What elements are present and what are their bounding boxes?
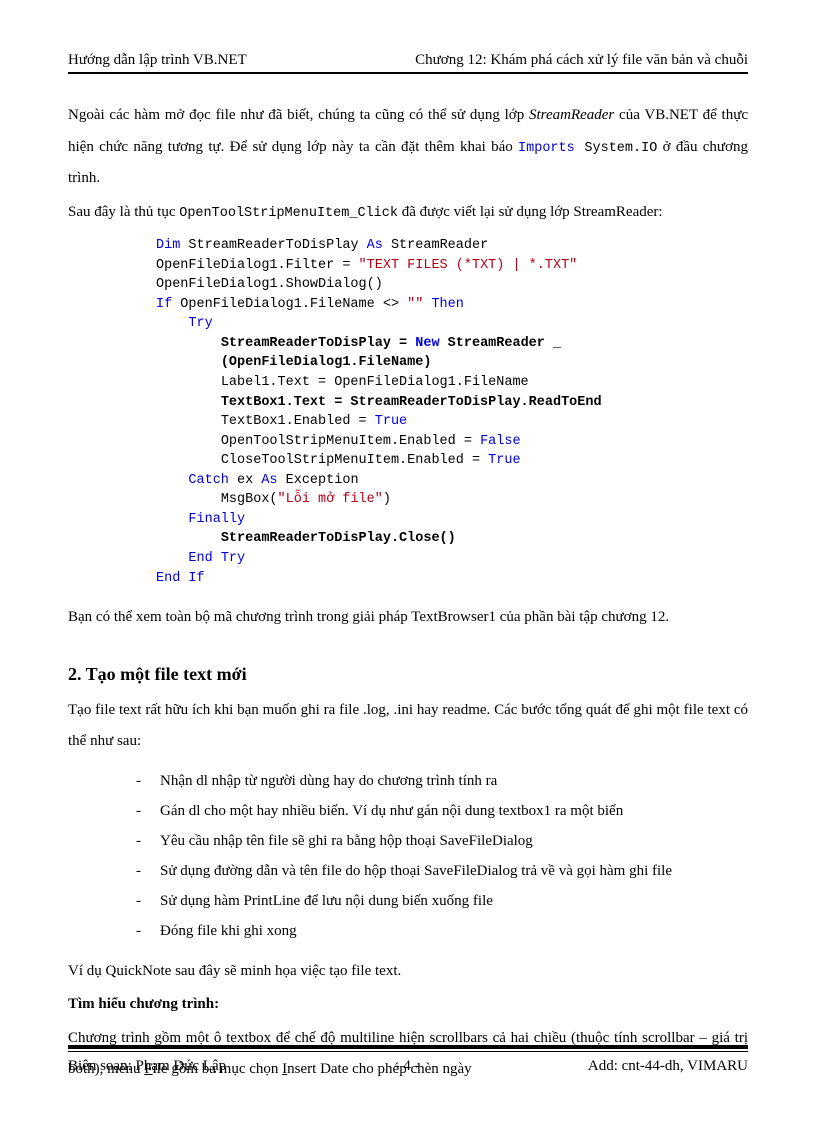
code-system-io: System.IO (575, 141, 658, 156)
code: StreamReaderToDisPlay.Close() (221, 531, 456, 546)
paragraph-create-file: Tạo file text rất hữu ích khi bạn muốn g… (68, 695, 748, 758)
list-item: Đóng file khi ghi xong (136, 916, 748, 946)
list-item: Nhận dl nhập từ người dùng hay do chương… (136, 766, 748, 796)
paragraph-intro: Ngoài các hàm mở đọc file như đã biết, c… (68, 100, 748, 195)
footer-rule-thin (68, 1051, 748, 1052)
kw: Dim (156, 238, 180, 253)
text-streamreader: StreamReader (529, 107, 614, 123)
list-item: Yêu cầu nhập tên file sẽ ghi ra bằng hộp… (136, 826, 748, 856)
code: TextBox1.Text = StreamReaderToDisPlay.Re… (221, 395, 602, 410)
kw: True (488, 453, 520, 468)
list-item: Sử dụng đường dẫn và tên file do hộp tho… (136, 856, 748, 886)
footer-right: Add: cnt-44-dh, VIMARU (588, 1058, 748, 1075)
code-method-name: OpenToolStripMenuItem_Click (179, 206, 398, 221)
paragraph-subheading: Tìm hiểu chương trình: (68, 989, 748, 1021)
paragraph-proc: Sau đây là thủ tục OpenToolStripMenuItem… (68, 197, 748, 229)
list-item: Sử dụng hàm PrintLine để lưu nội dung bi… (136, 886, 748, 916)
page-header: Hướng dẫn lập trình VB.NET Chương 12: Kh… (68, 52, 748, 69)
code: ex (229, 473, 261, 488)
code: (OpenFileDialog1.FileName) (221, 355, 432, 370)
header-left: Hướng dẫn lập trình VB.NET (68, 52, 247, 69)
page-footer: Biên soạn: Phạm Đức Lập - 4 - Add: cnt-4… (68, 1045, 748, 1075)
paragraph-ref: Bạn có thể xem toàn bộ mã chương trình t… (68, 602, 748, 634)
code: Label1.Text = OpenFileDialog1.FileName (221, 375, 529, 390)
kw: As (367, 238, 383, 253)
kw: If (156, 297, 172, 312)
kw: Catch (188, 473, 229, 488)
text: Ngoài các hàm mở đọc file như đã biết, c… (68, 107, 529, 123)
footer-center: - 4 - (394, 1058, 419, 1075)
str: "TEXT FILES (*TXT) | *.TXT" (359, 258, 578, 273)
paragraph-example: Ví dụ QuickNote sau đây sẽ minh họa việc… (68, 956, 748, 988)
code: OpenFileDialog1.Filter = (156, 258, 359, 273)
code: Exception (278, 473, 359, 488)
section-heading: 2. Tạo một file text mới (68, 664, 748, 685)
bullet-list: Nhận dl nhập từ người dùng hay do chương… (136, 766, 748, 946)
list-item: Gán dl cho một hay nhiều biến. Ví dụ như… (136, 796, 748, 826)
str: "" (407, 297, 423, 312)
kw: Try (213, 551, 245, 566)
kw: Try (188, 316, 212, 331)
code: CloseToolStripMenuItem.Enabled = (221, 453, 488, 468)
kw: End (188, 551, 212, 566)
code: StreamReaderToDisPlay = (221, 336, 415, 351)
code: OpenFileDialog1.FileName <> (172, 297, 407, 312)
code: MsgBox( (221, 492, 278, 507)
header-right: Chương 12: Khám phá cách xử lý file văn … (415, 52, 748, 69)
text: Sau đây là thủ tục (68, 204, 179, 220)
kw: Then (423, 297, 464, 312)
str: "Lỗi mở file" (278, 492, 383, 507)
code: StreamReaderToDisPlay (180, 238, 366, 253)
kw: If (180, 571, 204, 586)
footer-rule-thick (68, 1045, 748, 1049)
code-keyword-imports: Imports (518, 141, 575, 156)
kw: False (480, 434, 521, 449)
code: OpenFileDialog1.ShowDialog() (156, 277, 383, 292)
text: đã được viết lại sử dụng lớp StreamReade… (398, 204, 663, 220)
kw: New (415, 336, 439, 351)
code: StreamReader _ (440, 336, 562, 351)
kw: As (261, 473, 277, 488)
code: OpenToolStripMenuItem.Enabled = (221, 434, 480, 449)
kw: End (156, 571, 180, 586)
footer-left: Biên soạn: Phạm Đức Lập (68, 1058, 226, 1075)
kw: True (375, 414, 407, 429)
code: TextBox1.Enabled = (221, 414, 375, 429)
code: ) (383, 492, 391, 507)
code: StreamReader (383, 238, 488, 253)
header-rule (68, 72, 748, 74)
kw: Finally (188, 512, 245, 527)
code-block: Dim StreamReaderToDisPlay As StreamReade… (156, 236, 748, 588)
